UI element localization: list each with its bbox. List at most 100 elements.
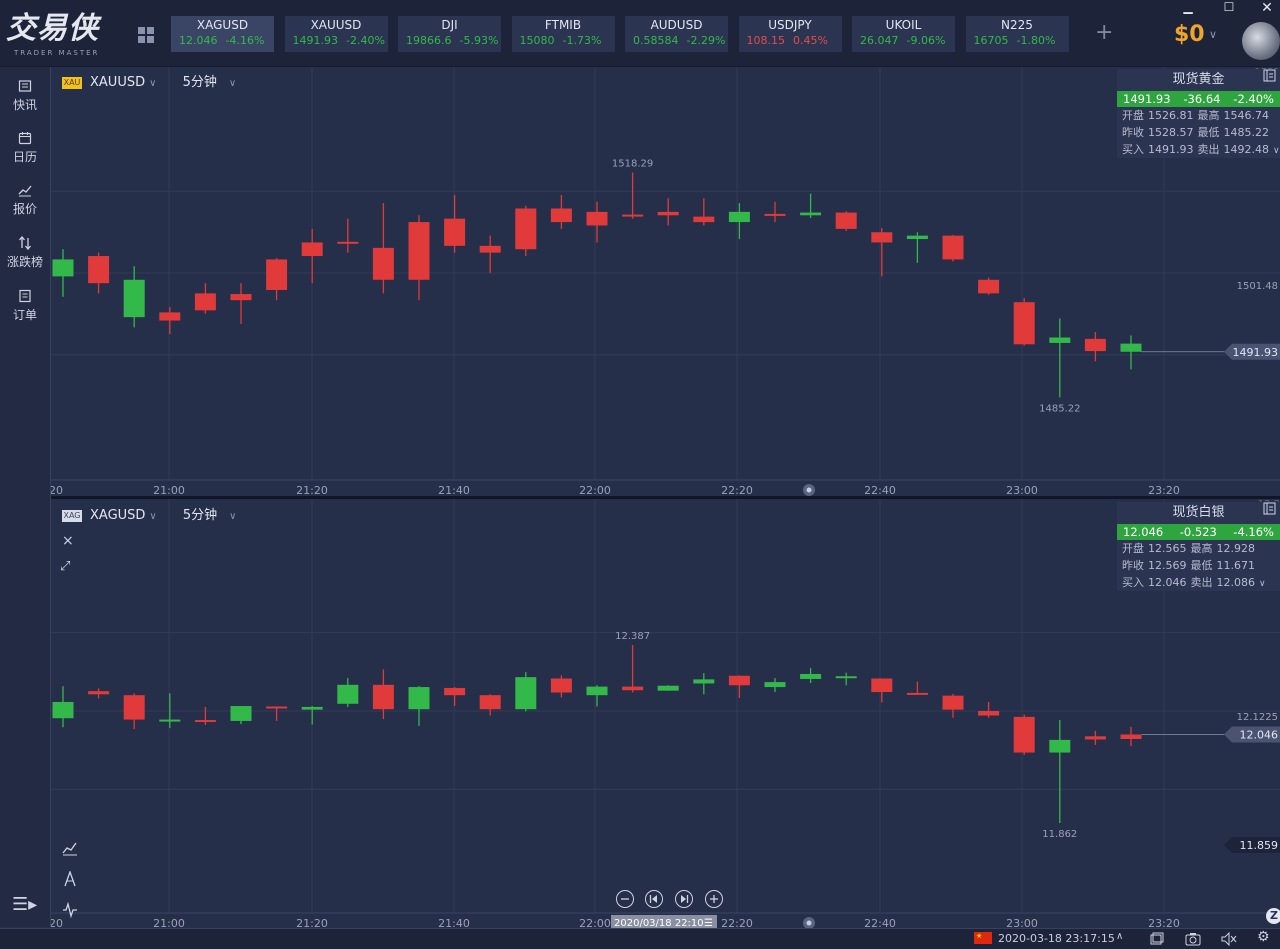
- chevron-down-icon[interactable]: ∨: [229, 511, 236, 522]
- timeframe-selector[interactable]: 5分钟: [183, 75, 217, 90]
- candle[interactable]: [1013, 714, 1035, 755]
- candle[interactable]: [978, 701, 1000, 718]
- candle[interactable]: [906, 681, 928, 695]
- add-ticker-button[interactable]: +: [1095, 20, 1113, 45]
- candle[interactable]: [978, 277, 1000, 295]
- candle[interactable]: [835, 672, 857, 686]
- candle[interactable]: [408, 686, 430, 726]
- ticker-ukoil[interactable]: UKOIL 26.047 -9.06%: [852, 16, 955, 52]
- candle[interactable]: [408, 215, 430, 301]
- ticker-audusd[interactable]: AUDUSD 0.58584 -2.29%: [625, 16, 728, 52]
- indicator-icon[interactable]: [62, 840, 78, 856]
- candle[interactable]: [622, 645, 644, 693]
- candle[interactable]: [764, 678, 786, 693]
- candle[interactable]: [159, 306, 181, 335]
- candle[interactable]: [301, 228, 323, 284]
- candle[interactable]: [1013, 298, 1035, 346]
- candle[interactable]: [942, 693, 964, 718]
- candle[interactable]: [372, 669, 394, 720]
- gear-icon[interactable]: ⚙: [1257, 929, 1270, 945]
- candle[interactable]: [728, 203, 750, 240]
- candle[interactable]: [372, 203, 394, 294]
- candle[interactable]: [871, 228, 893, 277]
- list-icon[interactable]: ☰: [704, 918, 713, 928]
- candle[interactable]: [444, 194, 466, 253]
- close-icon[interactable]: ✕: [1257, 0, 1277, 16]
- chevron-down-icon[interactable]: ∨: [149, 78, 156, 89]
- candle[interactable]: [52, 249, 74, 297]
- candle[interactable]: [194, 706, 216, 725]
- candle[interactable]: [301, 706, 323, 725]
- candle[interactable]: [88, 688, 110, 699]
- candle[interactable]: [657, 198, 679, 226]
- sidebar-item-ranking[interactable]: 涨跌榜: [0, 236, 50, 270]
- candle[interactable]: [550, 675, 572, 698]
- chevron-up-icon[interactable]: ∧: [1116, 931, 1123, 942]
- jump-end-button[interactable]: [675, 890, 693, 908]
- candle[interactable]: [479, 694, 501, 716]
- chevron-down-icon[interactable]: ∨: [1259, 579, 1266, 589]
- candle[interactable]: [586, 201, 608, 243]
- candle[interactable]: [337, 218, 359, 253]
- sidebar-item-news[interactable]: 快讯: [0, 79, 50, 113]
- candle[interactable]: [1120, 726, 1142, 747]
- window-layout-icon[interactable]: [1150, 932, 1164, 946]
- candle[interactable]: [479, 235, 501, 273]
- chevron-down-icon[interactable]: ∨: [149, 511, 156, 522]
- ticker-xauusd[interactable]: XAUUSD 1491.93 -2.40%: [284, 16, 388, 52]
- ticker-n225[interactable]: N225 16705 -1.80%: [965, 16, 1069, 52]
- ticker-usdjpy[interactable]: USDJPY 108.15 0.45%: [738, 16, 842, 52]
- candle[interactable]: [800, 668, 822, 683]
- chevron-down-icon[interactable]: ∨: [229, 78, 236, 89]
- grid-menu-icon[interactable]: [138, 27, 155, 44]
- chevron-down-icon[interactable]: ∨: [1209, 28, 1217, 41]
- candle[interactable]: [550, 194, 572, 229]
- candle[interactable]: [230, 706, 252, 725]
- expand-panel-icon[interactable]: ⤢: [60, 559, 70, 574]
- candle[interactable]: [1049, 318, 1071, 398]
- sidebar-item-calendar[interactable]: 日历: [0, 131, 50, 165]
- symbol-selector[interactable]: XAUUSD: [90, 75, 145, 90]
- chevron-down-icon[interactable]: ∨: [1273, 146, 1280, 156]
- candle[interactable]: [230, 283, 252, 324]
- panel-settings-icon[interactable]: [1263, 502, 1277, 516]
- candle[interactable]: [1084, 332, 1106, 362]
- waveform-icon[interactable]: [62, 902, 78, 918]
- symbol-selector[interactable]: XAGUSD: [90, 508, 145, 523]
- candle[interactable]: [1084, 730, 1106, 745]
- candle[interactable]: [657, 685, 679, 691]
- avatar[interactable]: [1242, 22, 1280, 60]
- candle[interactable]: [52, 686, 74, 728]
- candle[interactable]: [266, 258, 288, 301]
- sidebar-item-orders[interactable]: 订单: [0, 289, 50, 323]
- candle[interactable]: [906, 232, 928, 263]
- candle[interactable]: [515, 205, 537, 257]
- candle[interactable]: [942, 234, 964, 262]
- candle[interactable]: [693, 673, 715, 695]
- drawing-tool-icon[interactable]: [62, 871, 78, 887]
- candle[interactable]: [194, 283, 216, 314]
- sidebar-item-quote[interactable]: 报价: [0, 183, 50, 217]
- screenshot-camera-icon[interactable]: [1185, 932, 1201, 946]
- candle[interactable]: [444, 687, 466, 707]
- candle[interactable]: [693, 198, 715, 226]
- candle[interactable]: [764, 201, 786, 223]
- candle[interactable]: [728, 675, 750, 698]
- candle[interactable]: [88, 252, 110, 294]
- candle[interactable]: [266, 706, 288, 721]
- candle[interactable]: [586, 685, 608, 707]
- ticker-ftmib[interactable]: FTMIB 15080 -1.73%: [511, 16, 615, 52]
- close-panel-icon[interactable]: ×: [62, 533, 74, 549]
- candle[interactable]: [800, 193, 822, 218]
- candle[interactable]: [337, 678, 359, 707]
- candle[interactable]: [871, 678, 893, 703]
- zoom-in-button[interactable]: [705, 890, 723, 908]
- candle[interactable]: [1049, 720, 1071, 823]
- maximize-icon[interactable]: ☐: [1219, 0, 1239, 14]
- candle[interactable]: [1120, 335, 1142, 370]
- candlestick-chart-xagusd[interactable]: 20 21:00 21:20 21:40 22:00 22:20 22:40 23:00 23:…: [51, 499, 1280, 928]
- candlestick-chart-xauusd[interactable]: 20 21:00 21:20 21:40 22:00 22:20 22:40 23:00 23:…: [51, 67, 1280, 496]
- candle[interactable]: [835, 211, 857, 231]
- ticker-xagusd[interactable]: XAGUSD 12.046 -4.16%: [171, 16, 274, 52]
- panel-settings-icon[interactable]: [1263, 69, 1277, 83]
